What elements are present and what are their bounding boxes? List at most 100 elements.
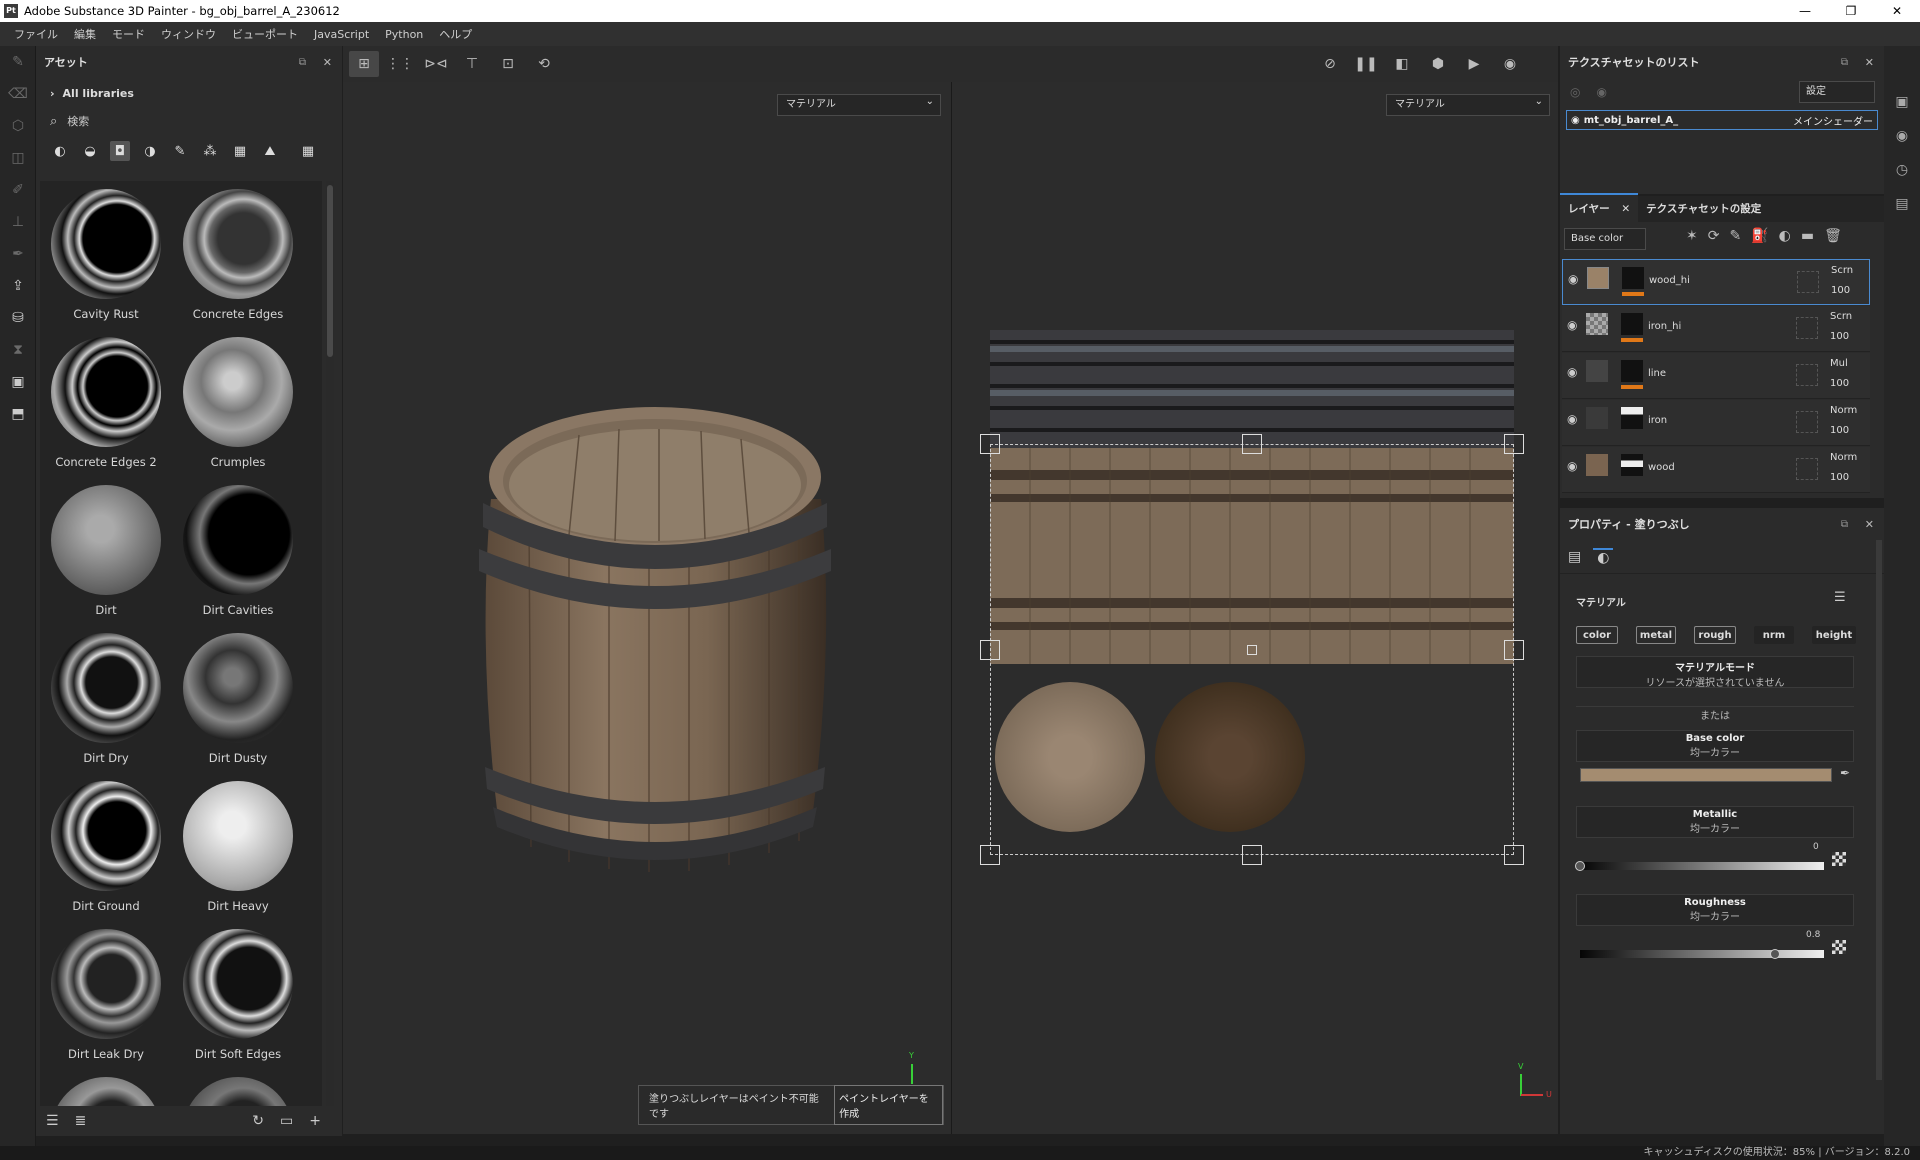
material-options-icon[interactable]: ☰ xyxy=(1834,590,1846,605)
display-settings-icon[interactable]: ⬒ xyxy=(0,398,36,430)
texture-set-list-icon[interactable]: ▣ xyxy=(1884,86,1920,118)
properties-scrollbar[interactable] xyxy=(1876,540,1882,1080)
metallic-box[interactable]: Metallic 均一カラー xyxy=(1576,806,1854,838)
transform-center-handle[interactable] xyxy=(1247,645,1257,655)
transform-handle[interactable] xyxy=(1504,434,1524,454)
layer-blend-mode[interactable]: Scrn xyxy=(1831,265,1853,276)
menu-file[interactable]: ファイル xyxy=(14,26,58,42)
layer-dropzone[interactable] xyxy=(1796,317,1818,339)
split-view-icon[interactable]: ⋮⋮ xyxy=(385,51,415,77)
chip-metal[interactable]: metal xyxy=(1636,626,1676,644)
filters-filter-icon[interactable]: ◑ xyxy=(140,141,160,161)
eyedropper-icon[interactable]: ✒ xyxy=(1840,766,1850,780)
layer-row[interactable]: ◉ wood_hi Scrn 100 xyxy=(1562,259,1870,305)
menu-edit[interactable]: 編集 xyxy=(74,26,96,42)
metallic-slider-knob[interactable] xyxy=(1575,861,1585,871)
bake-icon[interactable]: ⛁ xyxy=(0,302,36,334)
color-picker-icon[interactable]: ✒ xyxy=(0,238,36,270)
layer-blend-mode[interactable]: Mul xyxy=(1830,358,1848,369)
maximize-button[interactable]: ❐ xyxy=(1828,0,1874,22)
folder-icon[interactable]: ▭ xyxy=(280,1113,293,1129)
roughness-slider[interactable] xyxy=(1580,949,1824,959)
hide-icon[interactable]: ◎ xyxy=(1570,85,1580,99)
eye-icon[interactable]: ◉ xyxy=(1567,318,1577,332)
tab-texture-set-settings[interactable]: テクスチャセットの設定 xyxy=(1638,195,1769,222)
transform-handle[interactable] xyxy=(980,434,1000,454)
close-panel-icon[interactable]: ✕ xyxy=(323,56,332,69)
transform-handle[interactable] xyxy=(1242,845,1262,865)
paint-brush-icon[interactable]: ✎ xyxy=(0,46,36,78)
add-fill-layer-icon[interactable]: ⛽ xyxy=(1751,228,1768,244)
settings-dropdown[interactable]: 設定 xyxy=(1798,81,1875,103)
cube-icon[interactable]: ⬢ xyxy=(1423,51,1453,77)
refresh-icon[interactable]: ↻ xyxy=(252,1113,264,1129)
materials-filter-icon[interactable]: ◐ xyxy=(50,141,70,161)
layer-dropzone[interactable] xyxy=(1796,411,1818,433)
smart-materials-filter-icon[interactable]: ◒ xyxy=(80,141,100,161)
asset-item[interactable]: Dirt Leak Dry xyxy=(40,921,172,1069)
layer-dropzone[interactable] xyxy=(1796,458,1818,480)
layer-dropzone[interactable] xyxy=(1796,364,1818,386)
camera-video-icon[interactable]: ▶ xyxy=(1459,51,1489,77)
log-icon[interactable]: ▤ xyxy=(1884,188,1920,220)
eye-icon[interactable]: ◉ xyxy=(1567,365,1577,379)
single-view-icon[interactable]: ⊞ xyxy=(349,51,379,77)
layer-opacity[interactable]: 100 xyxy=(1831,285,1850,296)
library-selector[interactable]: › All libraries xyxy=(36,78,342,108)
eye-icon[interactable]: ◉ xyxy=(1568,272,1578,286)
eye-icon[interactable]: ◉ xyxy=(1571,115,1580,126)
close-window-button[interactable]: ✕ xyxy=(1874,0,1920,22)
visibility-off-icon[interactable]: ⊘ xyxy=(1315,51,1345,77)
transform-handle[interactable] xyxy=(1504,845,1524,865)
pause-icon[interactable]: ❚❚ xyxy=(1351,51,1381,77)
add-paint-layer-icon[interactable]: ✎ xyxy=(1729,228,1741,244)
material-tab-icon[interactable]: ◐ xyxy=(1593,547,1614,566)
display-settings-icon[interactable]: ◉ xyxy=(1884,120,1920,152)
transform-handle[interactable] xyxy=(1504,640,1524,660)
material-mode-box[interactable]: マテリアルモード リソースが選択されていません xyxy=(1576,656,1854,689)
menu-python[interactable]: Python xyxy=(385,28,423,41)
symmetry-y-icon[interactable]: ⊤ xyxy=(457,51,487,77)
symmetry-x-icon[interactable]: ⊳⊲ xyxy=(421,51,451,77)
texture-slot-icon[interactable] xyxy=(1832,852,1846,866)
geometry-mask-icon[interactable]: ◫ xyxy=(0,142,36,174)
environments-filter-icon[interactable]: ⛰ xyxy=(260,141,280,161)
layer-row[interactable]: ◉ line Mul 100 xyxy=(1562,353,1870,399)
base-color-swatch[interactable] xyxy=(1580,768,1832,782)
metallic-slider[interactable] xyxy=(1575,861,1824,871)
brushes-filter-icon[interactable]: ✎ xyxy=(170,141,190,161)
viewport-2d-channel-dropdown[interactable]: マテリアル xyxy=(1386,92,1550,116)
asset-item[interactable]: Dirt Dry xyxy=(40,625,172,773)
asset-item[interactable] xyxy=(172,1069,304,1106)
roughness-slider-knob[interactable] xyxy=(1770,949,1781,959)
add-folder-icon[interactable]: ▬ xyxy=(1801,228,1814,244)
asset-item[interactable]: Dirt Soft Edges xyxy=(172,921,304,1069)
layer-blend-mode[interactable]: Norm xyxy=(1830,405,1857,416)
asset-item[interactable]: Dirt Dusty xyxy=(172,625,304,773)
assets-scrollbar[interactable] xyxy=(326,181,334,1106)
delete-layer-icon[interactable]: 🗑 xyxy=(1824,228,1842,244)
minimize-button[interactable]: — xyxy=(1782,0,1828,22)
frame-icon[interactable]: ⊡ xyxy=(493,51,523,77)
particles-filter-icon[interactable]: ⁂ xyxy=(200,141,220,161)
asset-item[interactable]: Dirt xyxy=(40,477,172,625)
chip-color[interactable]: color xyxy=(1576,626,1618,644)
texture-set-shader[interactable]: メインシェーダー xyxy=(1793,113,1873,128)
history-icon[interactable]: ⧗ xyxy=(0,334,36,366)
channel-dropdown[interactable]: Base color xyxy=(1564,228,1646,250)
export-icon[interactable]: ⇪ xyxy=(0,270,36,302)
projection-icon[interactable]: ⬡ xyxy=(0,110,36,142)
layer-opacity[interactable]: 100 xyxy=(1830,378,1849,389)
texture-set-item[interactable]: ◉ mt_obj_barrel_A_ メインシェーダー xyxy=(1566,110,1878,130)
viewport-3d-channel-dropdown[interactable]: マテリアル xyxy=(777,92,941,116)
asset-item[interactable]: Concrete Edges 2 xyxy=(40,329,172,477)
layer-row[interactable]: ◉ iron_hi Scrn 100 xyxy=(1562,306,1870,352)
layer-opacity[interactable]: 100 xyxy=(1830,331,1849,342)
asset-item[interactable]: Dirt Heavy xyxy=(172,773,304,921)
base-color-box[interactable]: Base color 均一カラー xyxy=(1576,730,1854,762)
close-panel-icon[interactable]: ✕ xyxy=(1865,56,1874,69)
smudge-icon[interactable]: ✐ xyxy=(0,174,36,206)
roughness-box[interactable]: Roughness 均一カラー xyxy=(1576,894,1854,926)
smart-masks-filter-icon[interactable]: ◘ xyxy=(110,141,130,161)
layer-opacity[interactable]: 100 xyxy=(1830,425,1849,436)
